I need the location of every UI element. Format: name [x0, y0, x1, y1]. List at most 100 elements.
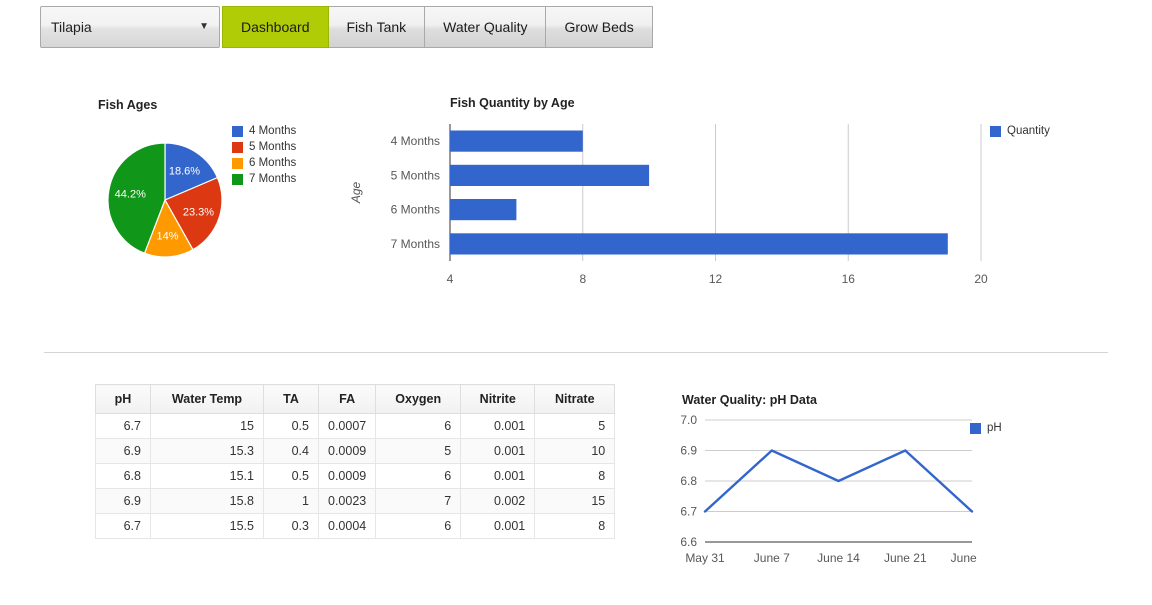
tab-fish-tank[interactable]: Fish Tank: [328, 6, 426, 48]
table-cell-water-temp: 15: [150, 413, 264, 439]
bar-category-label-4-months: 4 Months: [391, 134, 440, 148]
ph-chart-title: Water Quality: pH Data: [682, 393, 817, 407]
line-chart-root: 6.6 6.7 6.8 6.9 7.0 May 31 June 7 June 14 June 2…: [680, 413, 980, 565]
chevron-down-icon: ▼: [199, 21, 209, 32]
table-header-fa[interactable]: FA: [317, 384, 377, 414]
line-y-tick-6.9: 6.9: [680, 444, 697, 458]
fish-quantity-legend: Quantity: [990, 123, 1050, 139]
table-cell-ta: 0.4: [263, 438, 319, 464]
legend-item-ph[interactable]: pH: [970, 420, 1002, 436]
tab-bar: Dashboard Fish Tank Water Quality Grow B…: [222, 6, 653, 48]
table-cell-oxygen: 6: [375, 463, 462, 489]
legend-swatch-5-months: [232, 141, 243, 153]
legend-item-5-months[interactable]: 5 Months: [232, 139, 296, 155]
table-header-water-temp[interactable]: Water Temp: [150, 384, 264, 414]
table-cell-ph: 6.8: [95, 463, 151, 489]
table-cell-nitrate: 8: [534, 513, 616, 539]
table-cell-ph: 6.7: [95, 413, 151, 439]
table-cell-fa: 0.0004: [317, 513, 377, 539]
bar-x-tick-8: 8: [579, 272, 586, 286]
tab-grow-beds[interactable]: Grow Beds: [546, 6, 653, 48]
legend-swatch-7-months: [232, 173, 243, 185]
table-row[interactable]: 6.7 15 0.5 0.0007 6 0.001 5: [95, 413, 616, 439]
pie-value-label-4-months: 18.6%: [169, 166, 200, 178]
table-cell-ta: 0.3: [263, 513, 319, 539]
table-header-nitrite[interactable]: Nitrite: [460, 384, 536, 414]
species-select-value: Tilapia: [51, 19, 92, 35]
table-cell-nitrate: 5: [534, 413, 616, 439]
legend-label-quantity: Quantity: [1007, 125, 1050, 137]
table-row[interactable]: 6.7 15.5 0.3 0.0004 6 0.001 8: [95, 513, 616, 539]
legend-swatch-6-months: [232, 157, 243, 169]
table-cell-water-temp: 15.5: [150, 513, 264, 539]
table-header-ph[interactable]: pH: [95, 384, 151, 414]
line-x-tick-june-21: June 21: [884, 551, 927, 565]
bar-category-label-7-months: 7 Months: [391, 237, 440, 251]
fish-ages-pie-chart: 18.6% 23.3% 14% 44.2%: [107, 142, 223, 258]
legend-item-7-months[interactable]: 7 Months: [232, 171, 296, 187]
table-cell-oxygen: 6: [375, 413, 462, 439]
bar-category-label-6-months: 6 Months: [391, 203, 440, 217]
bar-x-tick-16: 16: [842, 272, 856, 286]
legend-item-6-months[interactable]: 6 Months: [232, 155, 296, 171]
table-cell-ph: 6.9: [95, 488, 151, 514]
tab-dashboard[interactable]: Dashboard: [222, 6, 329, 48]
table-row[interactable]: 6.8 15.1 0.5 0.0009 6 0.001 8: [95, 463, 616, 489]
tab-fish-tank-label: Fish Tank: [346, 19, 407, 35]
fish-ages-legend: 4 Months 5 Months 6 Months 7 Months: [232, 123, 296, 187]
table-cell-water-temp: 15.3: [150, 438, 264, 464]
table-cell-nitrite: 0.001: [460, 463, 536, 489]
bar-5-months[interactable]: [450, 164, 650, 186]
table-cell-nitrite: 0.002: [460, 488, 536, 514]
section-divider: [44, 352, 1108, 353]
bar-7-months[interactable]: [450, 233, 948, 255]
bar-category-label-5-months: 5 Months: [391, 168, 440, 182]
tab-dashboard-label: Dashboard: [241, 19, 310, 35]
table-cell-nitrate: 8: [534, 463, 616, 489]
table-header-oxygen[interactable]: Oxygen: [375, 384, 462, 414]
table-cell-fa: 0.0009: [317, 438, 377, 464]
fish-quantity-bar-chart: 4 Months 5 Months 6 Months 7 Months 4 8 12 16 20…: [349, 124, 988, 286]
tab-grow-beds-label: Grow Beds: [564, 19, 634, 35]
fish-quantity-chart-title: Fish Quantity by Age: [450, 96, 575, 110]
table-header-row: pH Water Temp TA FA Oxygen Nitrite Nitra…: [95, 384, 616, 414]
tab-water-quality[interactable]: Water Quality: [425, 6, 547, 48]
legend-item-4-months[interactable]: 4 Months: [232, 123, 296, 139]
legend-item-quantity[interactable]: Quantity: [990, 123, 1050, 139]
bar-y-axis-title: Age: [349, 182, 363, 205]
table-cell-oxygen: 6: [375, 513, 462, 539]
table-row[interactable]: 6.9 15.3 0.4 0.0009 5 0.001 10: [95, 438, 616, 464]
table-row[interactable]: 6.9 15.8 1 0.0023 7 0.002 15: [95, 488, 616, 514]
dashboard-page: Tilapia ▼ Dashboard Fish Tank Water Qual…: [0, 0, 1152, 605]
line-x-tick-june-7: June 7: [754, 551, 790, 565]
water-quality-table: pH Water Temp TA FA Oxygen Nitrite Nitra…: [95, 384, 616, 539]
table-cell-nitrite: 0.001: [460, 438, 536, 464]
legend-label-ph: pH: [987, 422, 1002, 434]
legend-label-6-months: 6 Months: [249, 157, 297, 169]
bar-x-tick-20: 20: [974, 272, 988, 286]
table-body: 6.7 15 0.5 0.0007 6 0.001 5 6.9 15.3 0.4 0.0009 5 0.…: [95, 413, 616, 539]
table-cell-ta: 0.5: [263, 463, 319, 489]
ph-line-chart: 6.6 6.7 6.8 6.9 7.0 May 31 June 7 June 14 June 2…: [680, 413, 980, 565]
table-cell-oxygen: 7: [375, 488, 462, 514]
line-x-tick-june-14: June 14: [817, 551, 860, 565]
table-cell-oxygen: 5: [375, 438, 462, 464]
table-cell-ph: 6.7: [95, 513, 151, 539]
bar-x-tick-12: 12: [709, 272, 723, 286]
ph-line-panel: Water Quality: pH Data 6.6 6.7 6.8 6.9 7.0 Ma…: [660, 388, 1060, 573]
legend-label-5-months: 5 Months: [249, 141, 297, 153]
bar-chart-root: 4 Months 5 Months 6 Months 7 Months 4 8 12 16 20…: [349, 124, 988, 286]
line-y-tick-6.6: 6.6: [680, 535, 697, 549]
table-header-nitrate[interactable]: Nitrate: [534, 384, 616, 414]
table-cell-fa: 0.0023: [317, 488, 377, 514]
pie-value-label-5-months: 23.3%: [183, 206, 214, 218]
species-select[interactable]: Tilapia ▼: [40, 6, 220, 48]
table-header-ta[interactable]: TA: [263, 384, 319, 414]
legend-swatch-ph: [970, 422, 981, 434]
bar-6-months[interactable]: [450, 199, 517, 221]
fish-quantity-bar-panel: Fish Quantity by Age 4 Months 5 Months 6 M…: [340, 88, 1050, 308]
legend-label-7-months: 7 Months: [249, 173, 297, 185]
legend-swatch-4-months: [232, 125, 243, 137]
bar-4-months[interactable]: [450, 130, 583, 152]
fish-ages-chart-title: Fish Ages: [98, 98, 158, 112]
